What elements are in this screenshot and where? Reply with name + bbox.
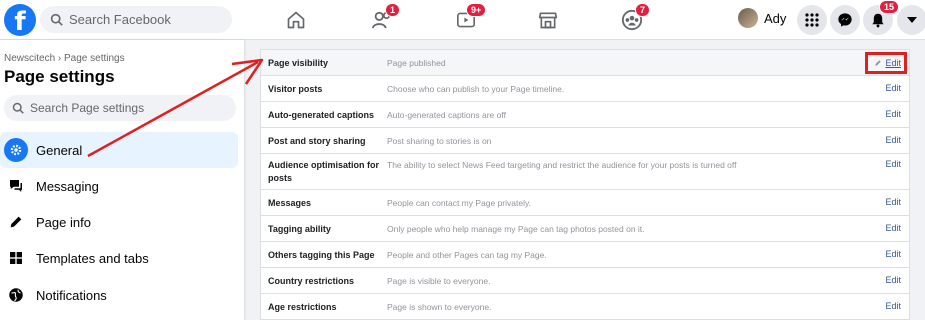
friends-icon[interactable]: 1 xyxy=(368,3,401,34)
settings-row-label: Others tagging this Page xyxy=(268,250,375,260)
sidebar-item-templates-and-tabs[interactable]: Templates and tabs xyxy=(0,240,238,276)
settings-row-age-restrictions[interactable]: Age restrictions Page is shown to everyo… xyxy=(261,294,909,320)
settings-row-page-visibility[interactable]: Page visibility Page published Edit xyxy=(261,50,909,76)
pencil-icon xyxy=(875,60,882,66)
settings-row-value: Choose who can publish to your Page time… xyxy=(387,84,565,94)
settings-row-auto-generated-captions[interactable]: Auto-generated captions Auto-generated c… xyxy=(261,102,909,128)
settings-sidebar: Newscitech › Page settings Page settings… xyxy=(0,40,244,320)
watch-icon[interactable]: 9+ xyxy=(452,3,487,34)
settings-row-value: The ability to select News Feed targetin… xyxy=(387,160,737,170)
sidebar-item-label: General xyxy=(36,142,83,158)
groups-badge: 7 xyxy=(635,3,651,17)
facebook-search-box[interactable] xyxy=(40,6,232,33)
sidebar-item-label: Templates and tabs xyxy=(36,250,149,266)
settings-search-box[interactable] xyxy=(4,95,236,121)
notifications-bell-icon[interactable]: 15 xyxy=(863,0,900,35)
settings-row-label: Tagging ability xyxy=(268,224,331,234)
settings-row-value: People can contact my Page privately. xyxy=(387,198,531,208)
edit-link[interactable]: Edit xyxy=(885,109,901,119)
sidebar-item-general[interactable]: General xyxy=(0,132,238,168)
pencil-icon xyxy=(4,210,28,234)
globe-icon xyxy=(4,283,28,307)
groups-icon[interactable]: 7 xyxy=(618,3,651,34)
home-icon[interactable] xyxy=(282,6,310,34)
watch-badge: 9+ xyxy=(466,3,487,17)
settings-row-label: Messages xyxy=(268,198,312,208)
settings-row-label: Age restrictions xyxy=(268,302,337,312)
settings-row-value: Post sharing to stories is on xyxy=(387,136,492,146)
settings-row-country-restrictions[interactable]: Country restrictions Page is visible to … xyxy=(261,268,909,294)
sidebar-item-messaging[interactable]: Messaging xyxy=(0,168,238,204)
settings-row-audience-optimisation[interactable]: Audience optimisation for posts The abil… xyxy=(261,154,909,190)
settings-row-label: Post and story sharing xyxy=(268,136,366,146)
chat-bubble-icon xyxy=(4,174,28,198)
settings-row-tagging-ability[interactable]: Tagging ability Only people who help man… xyxy=(261,216,909,242)
sidebar-item-label: Page info xyxy=(36,214,91,230)
settings-row-value: People and other Pages can tag my Page. xyxy=(387,250,547,260)
settings-row-value: Page is visible to everyone. xyxy=(387,276,491,286)
profile-button[interactable]: Ady xyxy=(738,8,786,28)
search-icon xyxy=(50,13,63,26)
edit-link[interactable]: Edit xyxy=(885,275,901,285)
settings-row-label: Auto-generated captions xyxy=(268,110,375,120)
general-settings-panel: Page visibility Page published Edit Visi… xyxy=(260,49,910,320)
breadcrumb[interactable]: Newscitech › Page settings xyxy=(4,53,125,64)
search-icon xyxy=(12,102,24,114)
edit-link[interactable]: Edit xyxy=(885,83,901,93)
notifications-badge: 15 xyxy=(879,0,900,14)
marketplace-icon[interactable] xyxy=(534,6,562,34)
edit-link[interactable]: Edit xyxy=(885,301,901,311)
friends-badge: 1 xyxy=(385,3,401,17)
edit-link[interactable]: Edit xyxy=(885,135,901,145)
settings-row-label: Country restrictions xyxy=(268,276,355,286)
page-title: Page settings xyxy=(4,67,115,86)
top-navigation-bar: f 1 9+ 7 Ady 15 xyxy=(0,0,925,40)
sidebar-item-notifications[interactable]: Notifications xyxy=(0,277,238,313)
settings-search-input[interactable] xyxy=(30,101,230,115)
sidebar-item-label: Messaging xyxy=(36,178,99,194)
edit-link[interactable]: Edit xyxy=(885,58,901,68)
sidebar-item-label: Notifications xyxy=(36,287,107,303)
settings-row-value: Page is shown to everyone. xyxy=(387,302,492,312)
messenger-icon[interactable] xyxy=(830,5,860,35)
grid-icon xyxy=(4,246,28,270)
avatar xyxy=(738,8,758,28)
settings-row-others-tagging[interactable]: Others tagging this Page People and othe… xyxy=(261,242,909,268)
account-menu-caret-icon[interactable] xyxy=(897,5,925,35)
settings-row-visitor-posts[interactable]: Visitor posts Choose who can publish to … xyxy=(261,76,909,102)
settings-row-label: Audience optimisation for posts xyxy=(268,160,380,183)
edit-highlight-box: Edit xyxy=(865,52,907,74)
menu-grid-icon[interactable] xyxy=(797,5,827,35)
settings-row-value: Page published xyxy=(387,58,446,68)
settings-row-value: Only people who help manage my Page can … xyxy=(387,224,645,234)
edit-link[interactable]: Edit xyxy=(885,159,901,169)
edit-link[interactable]: Edit xyxy=(885,249,901,259)
edit-link[interactable]: Edit xyxy=(885,223,901,233)
profile-name: Ady xyxy=(764,10,787,26)
edit-link[interactable]: Edit xyxy=(885,197,901,207)
gear-icon xyxy=(4,138,28,162)
facebook-logo-icon[interactable]: f xyxy=(4,4,36,36)
facebook-search-input[interactable] xyxy=(69,12,219,27)
settings-row-value: Auto-generated captions are off xyxy=(387,110,506,120)
settings-row-post-and-story-sharing[interactable]: Post and story sharing Post sharing to s… xyxy=(261,128,909,154)
sidebar-item-page-info[interactable]: Page info xyxy=(0,204,238,240)
settings-row-label: Visitor posts xyxy=(268,84,323,94)
settings-row-messages[interactable]: Messages People can contact my Page priv… xyxy=(261,190,909,216)
settings-row-label: Page visibility xyxy=(268,58,329,68)
